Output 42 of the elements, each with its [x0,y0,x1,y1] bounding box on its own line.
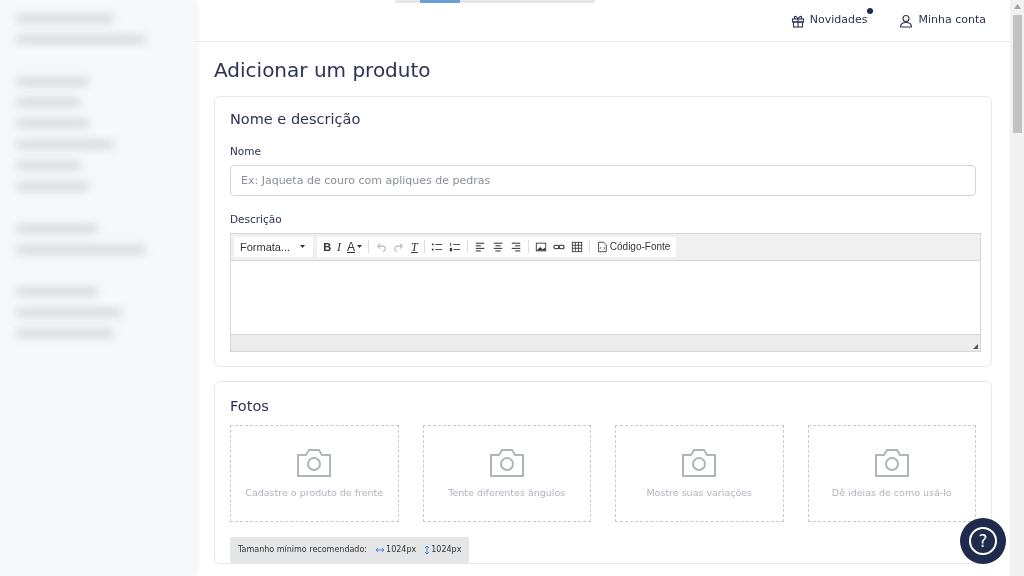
name-field[interactable]: Ex: Jaqueta de couro com apliques de pedras [230,165,976,197]
slot-caption: Dê ideias de como usá-lo [831,485,952,500]
height-value: 1024px [424,544,462,557]
resize-handle-icon [973,343,978,349]
scrollbar-thumb[interactable] [1012,15,1022,133]
caret-icon [357,245,363,249]
section-title: Nome e descrição [230,111,362,129]
page-title: Adicionar um produto [214,58,432,82]
vertical-arrow-icon [424,545,431,556]
align-center-icon [491,240,504,253]
text-color-button[interactable]: A [345,237,365,256]
horizontal-arrow-icon [375,547,386,554]
document-icon [595,240,608,253]
user-icon [899,13,914,28]
camera-icon [681,447,718,478]
gift-icon [790,13,805,28]
italic-button[interactable]: I [335,237,344,256]
news-link[interactable]: Novidades [790,12,868,29]
numbered-list-icon [448,240,461,253]
account-link[interactable]: Minha conta [899,12,986,29]
help-button[interactable]: ? [960,518,1006,564]
clear-format-button[interactable]: T [409,237,420,256]
slot-caption: Mostre suas variações [646,485,753,500]
caret-icon [300,245,306,249]
camera-icon [296,447,333,478]
align-left-icon [473,240,486,253]
table-icon [570,240,583,253]
width-value: 1024px [375,544,417,557]
slot-caption: Tente diferentes ângulos [448,485,566,500]
camera-icon [873,447,910,478]
redo-icon [393,240,406,253]
slot-caption: Cadastre o produto de frente [245,485,384,500]
bold-button[interactable]: B [321,237,334,256]
field-label: Nome [230,144,261,160]
source-code-button[interactable]: Código-Fonte [593,237,673,256]
camera-icon [488,447,525,478]
section-title: Fotos [230,397,270,416]
undo-icon [375,240,388,253]
hint-label: Tamanho mínimo recomendado: [238,544,368,557]
field-label: Descrição [230,212,282,228]
image-icon [534,240,547,253]
align-right-icon [509,240,522,253]
